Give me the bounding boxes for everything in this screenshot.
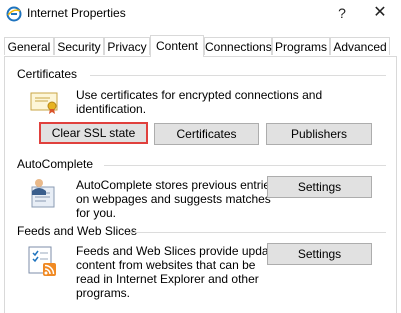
autocomplete-heading: AutoComplete [17, 157, 94, 171]
autocomplete-divider [104, 165, 386, 166]
certificate-icon [30, 89, 62, 118]
internet-explorer-icon [6, 6, 22, 22]
title-bar: Internet Properties ? ✕ [0, 0, 401, 28]
autocomplete-description-line: for you. [76, 206, 117, 220]
autocomplete-form-icon [28, 177, 58, 212]
feeds-description-line: programs. [76, 286, 131, 300]
publishers-button[interactable]: Publishers [266, 123, 372, 145]
autocomplete-description: AutoComplete stores previous entries on … [76, 178, 276, 220]
certificates-button[interactable]: Certificates [154, 123, 259, 145]
autocomplete-settings-button[interactable]: Settings [267, 176, 372, 198]
feeds-heading: Feeds and Web Slices [17, 224, 137, 238]
feeds-description-line: content from websites that can be [76, 258, 256, 272]
tab-security[interactable]: Security [54, 37, 104, 55]
tab-content[interactable]: Content [150, 35, 204, 57]
help-button[interactable]: ? [329, 2, 355, 24]
certificates-divider [90, 75, 386, 76]
tab-connections[interactable]: Connections [204, 37, 272, 55]
clear-ssl-state-button[interactable]: Clear SSL state [39, 122, 148, 144]
tab-programs[interactable]: Programs [272, 37, 330, 55]
autocomplete-description-line: on webpages and suggests matches [76, 192, 271, 206]
tab-general[interactable]: General [4, 37, 54, 55]
window-title: Internet Properties [27, 6, 126, 20]
feeds-rss-icon [26, 245, 60, 280]
tab-strip: General Security Privacy Content Connect… [0, 35, 401, 57]
certificates-heading: Certificates [17, 67, 78, 81]
feeds-description: Feeds and Web Slices provide updated con… [76, 244, 285, 300]
tab-privacy[interactable]: Privacy [104, 37, 150, 55]
close-button[interactable]: ✕ [367, 2, 393, 24]
feeds-description-line: read in Internet Explorer and other [76, 272, 259, 286]
certificates-description: Use certificates for encrypted connectio… [76, 88, 323, 116]
tab-advanced[interactable]: Advanced [330, 37, 390, 55]
autocomplete-description-line: AutoComplete stores previous entries [76, 178, 277, 192]
feeds-divider [128, 232, 386, 233]
feeds-description-line: Feeds and Web Slices provide updated [76, 244, 286, 258]
feeds-settings-button[interactable]: Settings [267, 243, 372, 265]
